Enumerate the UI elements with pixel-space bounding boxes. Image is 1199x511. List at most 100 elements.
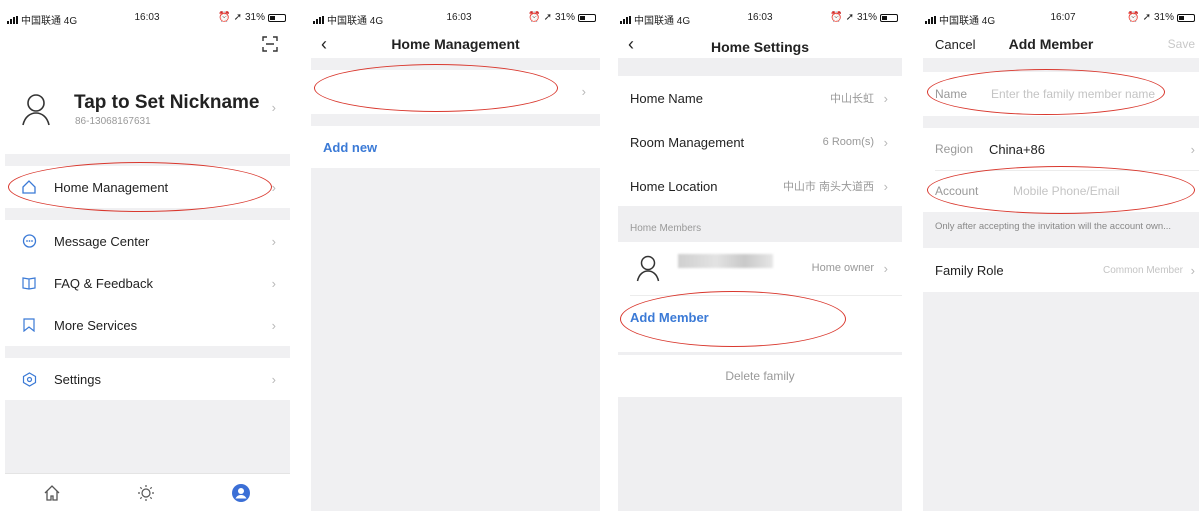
carrier-label: 中国联通 4G [21, 16, 78, 27]
menu-label: Message Center [54, 233, 150, 249]
status-bar: 中国联通 4G 16:03 ⏰ ➚ 31% [311, 0, 600, 34]
nickname-label[interactable]: Tap to Set Nickname [74, 92, 259, 114]
battery-icon [268, 13, 286, 22]
battery-label: 31% [244, 12, 265, 23]
signal-icon [620, 15, 631, 24]
blurred-member-name [678, 254, 773, 268]
location-icon: ➚ [233, 12, 242, 23]
status-time: 16:03 [747, 12, 773, 23]
chevron-right-icon: › [883, 260, 888, 276]
home-name-row[interactable]: Home Name 中山长虹 › [618, 76, 902, 120]
chat-bubble-icon [22, 234, 37, 249]
scan-icon[interactable] [262, 36, 278, 52]
add-new-link[interactable]: Add new [323, 140, 377, 155]
phone-screen-me: 中国联通 4G 16:03 ⏰ ➚ 31% Tap to Set Nicknam… [5, 0, 290, 511]
chevron-right-icon: › [271, 233, 276, 249]
settings-hexagon-icon [22, 372, 37, 387]
battery-icon [1177, 13, 1195, 22]
profile-icon [232, 484, 250, 502]
row-label: Room Management [630, 134, 745, 150]
nav-bar: Cancel Add Member Save [923, 34, 1199, 58]
home-name-value: 中山长虹 [830, 93, 874, 105]
members-section-header: Home Members [630, 223, 702, 234]
menu-item-settings[interactable]: Settings › [5, 358, 290, 400]
status-time: 16:07 [1050, 12, 1076, 23]
save-button[interactable]: Save [1168, 37, 1195, 51]
bookmark-icon [23, 318, 35, 332]
menu-label: Home Management [54, 179, 169, 195]
tab-home[interactable] [43, 484, 61, 502]
add-new-row[interactable]: Add new [311, 126, 600, 168]
chevron-right-icon: › [883, 90, 888, 106]
home-location-value: 中山市 南头大道西 [782, 181, 874, 193]
name-input[interactable]: Enter the family member name [991, 87, 1155, 101]
signal-icon [7, 15, 18, 24]
account-phone: 86-13068167631 [75, 116, 151, 127]
name-label: Name [935, 87, 968, 101]
account-input[interactable]: Mobile Phone/Email [1013, 184, 1120, 198]
signal-icon [925, 15, 936, 24]
menu-item-faq-feedback[interactable]: FAQ & Feedback › [5, 262, 290, 304]
menu-item-message-center[interactable]: Message Center › [5, 220, 290, 262]
chevron-right-icon: › [271, 179, 276, 195]
room-management-row[interactable]: Room Management 6 Room(s) › [618, 120, 902, 164]
tab-bar [5, 473, 290, 511]
profile-card[interactable]: Tap to Set Nickname 86-13068167631 › [5, 34, 290, 154]
alarm-icon: ⏰ [218, 12, 231, 23]
member-role: Home owner [811, 262, 874, 274]
chevron-right-icon: › [271, 317, 276, 333]
delete-family-label: Delete family [725, 369, 795, 383]
family-role-row[interactable]: Family Role Common Member › [923, 248, 1199, 292]
menu-item-home-management[interactable]: Home Management › [5, 166, 290, 208]
location-icon: ➚ [543, 12, 552, 23]
role-label: Family Role [935, 262, 1004, 278]
chevron-right-icon: › [1190, 262, 1195, 278]
member-row[interactable]: Home owner › [618, 242, 902, 294]
avatar-placeholder-icon[interactable] [21, 92, 51, 126]
add-member-link[interactable]: Add Member [630, 310, 709, 325]
account-field-row[interactable]: Account Mobile Phone/Email [923, 170, 1199, 212]
delete-family-button[interactable]: Delete family [618, 355, 902, 397]
region-row[interactable]: Region China+86 › [923, 128, 1199, 170]
page-title: Home Management [391, 36, 520, 52]
room-count-value: 6 Room(s) [822, 136, 874, 148]
signal-icon [313, 15, 324, 24]
page-title: Add Member [1008, 36, 1094, 52]
location-icon: ➚ [1142, 12, 1151, 23]
page-title: Home Settings [710, 39, 809, 55]
status-bar: 中国联通 4G 16:03 ⏰ ➚ 31% [618, 0, 902, 34]
battery-icon [578, 13, 596, 22]
book-icon [22, 276, 37, 290]
chevron-right-icon: › [271, 371, 276, 387]
home-list-item[interactable]: › [311, 70, 600, 114]
chevron-right-icon: › [883, 134, 888, 150]
status-time: 16:03 [134, 12, 160, 23]
chevron-right-icon: › [271, 275, 276, 291]
status-bar: 中国联通 4G 16:03 ⏰ ➚ 31% [5, 0, 290, 34]
menu-label: FAQ & Feedback [54, 275, 153, 291]
phone-screen-add-member: 中国联通 4G 16:07 ⏰ ➚ 31% Cancel Add Member … [923, 0, 1199, 511]
menu-item-more-services[interactable]: More Services › [5, 304, 290, 346]
chevron-right-icon: › [581, 84, 586, 99]
carrier-label: 中国联通 4G [327, 16, 384, 27]
tab-me[interactable] [231, 483, 251, 503]
add-member-row[interactable]: Add Member [618, 296, 902, 338]
home-location-row[interactable]: Home Location 中山市 南头大道西 › [618, 164, 902, 208]
chevron-right-icon: › [1190, 141, 1195, 157]
account-label: Account [935, 184, 979, 198]
status-bar: 中国联通 4G 16:07 ⏰ ➚ 31% [923, 0, 1199, 34]
carrier-label: 中国联通 4G [939, 16, 996, 27]
alarm-icon: ⏰ [528, 12, 541, 23]
tab-smart[interactable] [137, 484, 155, 502]
chevron-right-icon: › [883, 178, 888, 194]
nav-bar: ‹ Home Management [311, 34, 600, 58]
region-value: China+86 [989, 141, 1046, 157]
sun-icon [138, 485, 154, 501]
name-field-row[interactable]: Name Enter the family member name [923, 72, 1199, 116]
home-outline-icon [22, 180, 36, 194]
menu-label: More Services [54, 317, 138, 333]
row-label: Home Location [630, 178, 718, 194]
phone-screen-home-settings: 中国联通 4G 16:03 ⏰ ➚ 31% ‹ Home Settings Ho… [618, 0, 902, 511]
battery-label: 31% [554, 12, 575, 23]
status-time: 16:03 [446, 12, 472, 23]
